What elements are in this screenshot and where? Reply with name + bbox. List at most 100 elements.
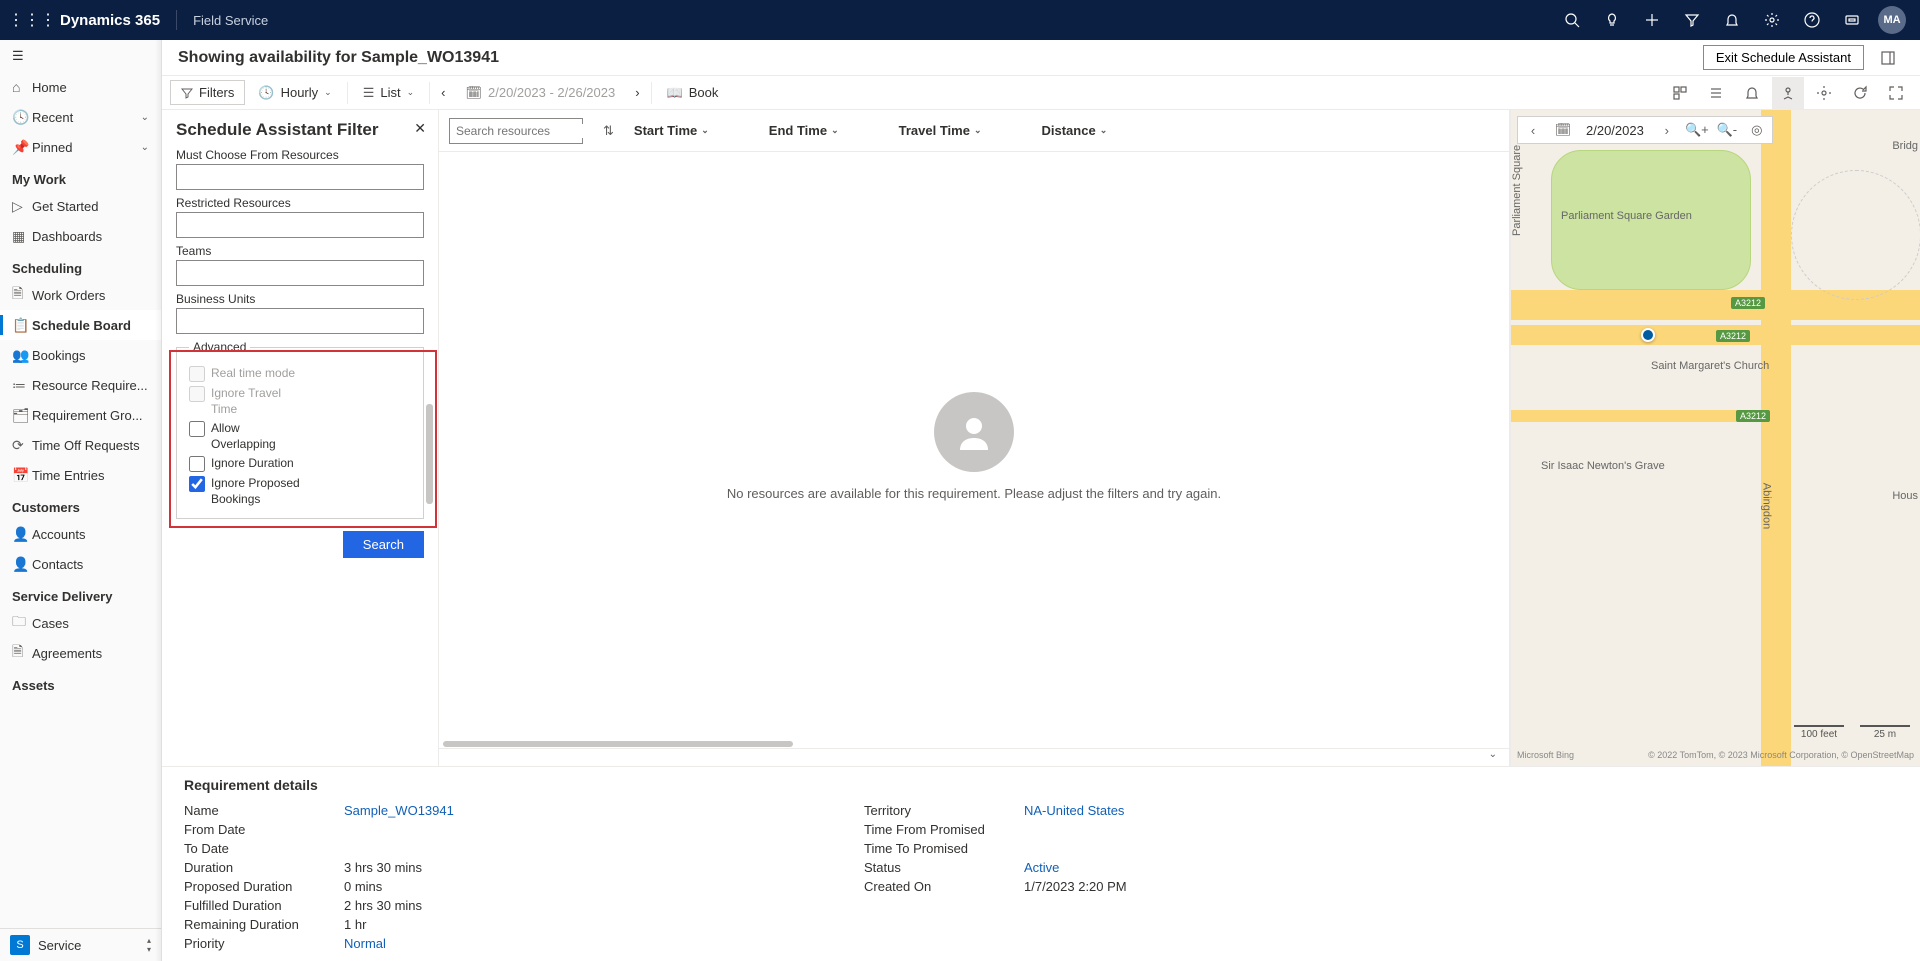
nav-accounts[interactable]: 👤Accounts: [0, 519, 161, 549]
module-name[interactable]: Field Service: [181, 13, 280, 28]
date-next[interactable]: ›: [628, 80, 646, 105]
must-choose-label: Must Choose From Resources: [176, 148, 424, 162]
map-toggle-icon[interactable]: [1772, 77, 1804, 109]
teams-input[interactable]: [176, 260, 424, 286]
search-button[interactable]: Search: [343, 531, 424, 558]
sort-icon[interactable]: ⇅: [603, 123, 614, 139]
user-avatar[interactable]: MA: [1872, 0, 1912, 40]
col-end-time[interactable]: End Time⌄: [769, 123, 839, 138]
nav-time-entries[interactable]: 📅Time Entries: [0, 460, 161, 490]
locate-icon[interactable]: ◎: [1742, 122, 1772, 138]
view-hourly[interactable]: 🕓Hourly⌄: [247, 80, 342, 106]
zoom-out-icon[interactable]: 🔍-: [1712, 122, 1742, 138]
updown-icon: ▴▾: [147, 936, 151, 954]
ignore-proposed-label: Ignore Proposed Bookings: [211, 475, 301, 507]
zoom-in-icon[interactable]: 🔍+: [1682, 122, 1712, 138]
requirement-details: Requirement details Name Sample_WO13941 …: [162, 766, 1920, 961]
details-icon[interactable]: [1700, 77, 1732, 109]
ttp-value: [1024, 841, 1424, 856]
status-value[interactable]: Active: [1024, 860, 1424, 875]
nav-home[interactable]: ⌂Home: [0, 72, 161, 102]
ignore-proposed-row[interactable]: Ignore Proposed Bookings: [189, 475, 411, 507]
nav-resource-req[interactable]: ≔Resource Require...: [0, 370, 161, 400]
territory-value[interactable]: NA-United States: [1024, 803, 1424, 818]
date-range-picker[interactable]: 🗓2/20/2023 - 2/26/2023: [454, 80, 626, 106]
map-calendar-icon[interactable]: 🗓: [1548, 122, 1578, 138]
bu-input[interactable]: [176, 308, 424, 334]
map-label-parlsq: Parliament Square: [1511, 145, 1523, 236]
name-value[interactable]: Sample_WO13941: [344, 803, 864, 818]
nav-label: Contacts: [32, 557, 83, 572]
nav-schedule-board[interactable]: 📋Schedule Board: [0, 310, 161, 340]
board-settings-icon[interactable]: [1808, 77, 1840, 109]
scale-metric: 25 m: [1860, 725, 1910, 740]
nav-recent[interactable]: 🕓Recent⌄: [0, 102, 161, 132]
nav-section-mywork: My Work: [0, 162, 161, 191]
allow-overlap-label: Allow Overlapping: [211, 420, 301, 452]
filters-button[interactable]: Filters: [170, 80, 245, 105]
map-pin[interactable]: [1641, 328, 1655, 342]
nav-timeoff[interactable]: ⟳Time Off Requests: [0, 430, 161, 460]
exit-schedule-assistant-button[interactable]: Exit Schedule Assistant: [1703, 45, 1864, 70]
nav-label: Requirement Gro...: [32, 408, 143, 423]
scrollbar[interactable]: [426, 404, 433, 504]
allow-overlap-checkbox[interactable]: [189, 421, 205, 437]
map-canvas[interactable]: Parliament Square Garden Saint Margaret'…: [1511, 110, 1920, 766]
view-list[interactable]: ☰List⌄: [352, 80, 425, 106]
alerts-icon[interactable]: [1736, 77, 1768, 109]
search-resources[interactable]: [449, 118, 583, 144]
chevron-down-icon: ⌄: [831, 125, 839, 136]
nav-label: Get Started: [32, 199, 98, 214]
col-start-time[interactable]: Start Time⌄: [634, 123, 709, 138]
horizontal-scrollbar[interactable]: [439, 740, 1509, 748]
col-distance[interactable]: Distance⌄: [1041, 123, 1107, 138]
allow-overlap-row[interactable]: Allow Overlapping: [189, 420, 411, 452]
book-button[interactable]: 📖Book: [656, 80, 730, 106]
map-next[interactable]: ›: [1652, 123, 1682, 138]
brand-name[interactable]: Dynamics 365: [48, 12, 172, 29]
must-choose-input[interactable]: [176, 164, 424, 190]
legend-icon[interactable]: [1664, 77, 1696, 109]
search-icon[interactable]: [1552, 0, 1592, 40]
nav-req-groups[interactable]: 🗂Requirement Gro...: [0, 400, 161, 430]
filter-icon[interactable]: [1672, 0, 1712, 40]
page-title: Showing availability for Sample_WO13941: [178, 49, 499, 67]
lightbulb-icon[interactable]: [1592, 0, 1632, 40]
nav-dashboards[interactable]: ▦Dashboards: [0, 221, 161, 251]
restricted-input[interactable]: [176, 212, 424, 238]
ignore-duration-checkbox[interactable]: [189, 456, 205, 472]
ignore-proposed-checkbox[interactable]: [189, 476, 205, 492]
book-label: Book: [689, 85, 719, 100]
ignore-duration-row[interactable]: Ignore Duration: [189, 455, 411, 472]
priority-value[interactable]: Normal: [344, 936, 864, 951]
nav-agreements[interactable]: 🗎Agreements: [0, 638, 161, 668]
expand-icon[interactable]: [1872, 42, 1904, 74]
map-prev[interactable]: ‹: [1518, 123, 1548, 138]
map-date: 2/20/2023: [1578, 123, 1652, 138]
nav-get-started[interactable]: ▷Get Started: [0, 191, 161, 221]
notification-icon[interactable]: [1712, 0, 1752, 40]
hamburger-icon[interactable]: ☰: [0, 40, 161, 72]
date-prev[interactable]: ‹: [434, 80, 452, 105]
nav-work-orders[interactable]: 🗎Work Orders: [0, 280, 161, 310]
nav-cases[interactable]: 🗀Cases: [0, 608, 161, 638]
search-input[interactable]: [456, 124, 611, 138]
settings-icon[interactable]: [1752, 0, 1792, 40]
nav-pinned[interactable]: 📌Pinned⌄: [0, 132, 161, 162]
app-launcher[interactable]: ⋮⋮⋮: [8, 10, 48, 30]
assistant-icon[interactable]: [1832, 0, 1872, 40]
realtime-checkbox: [189, 366, 205, 382]
col-travel-time[interactable]: Travel Time⌄: [899, 123, 982, 138]
nav-contacts[interactable]: 👤Contacts: [0, 549, 161, 579]
area-switcher[interactable]: S Service ▴▾: [0, 928, 161, 961]
collapse-icon[interactable]: ⌄: [1489, 749, 1497, 766]
fullscreen-icon[interactable]: [1880, 77, 1912, 109]
nav-bookings[interactable]: 👥Bookings: [0, 340, 161, 370]
close-icon[interactable]: ✕: [414, 120, 426, 137]
map-pane[interactable]: ‹ 🗓 2/20/2023 › 🔍+ 🔍- ◎ Parliament Squar…: [1510, 110, 1920, 766]
add-icon[interactable]: [1632, 0, 1672, 40]
refresh-icon[interactable]: [1844, 77, 1876, 109]
map-label-bridge: Bridg: [1892, 140, 1918, 152]
proposed-value: 0 mins: [344, 879, 864, 894]
help-icon[interactable]: [1792, 0, 1832, 40]
